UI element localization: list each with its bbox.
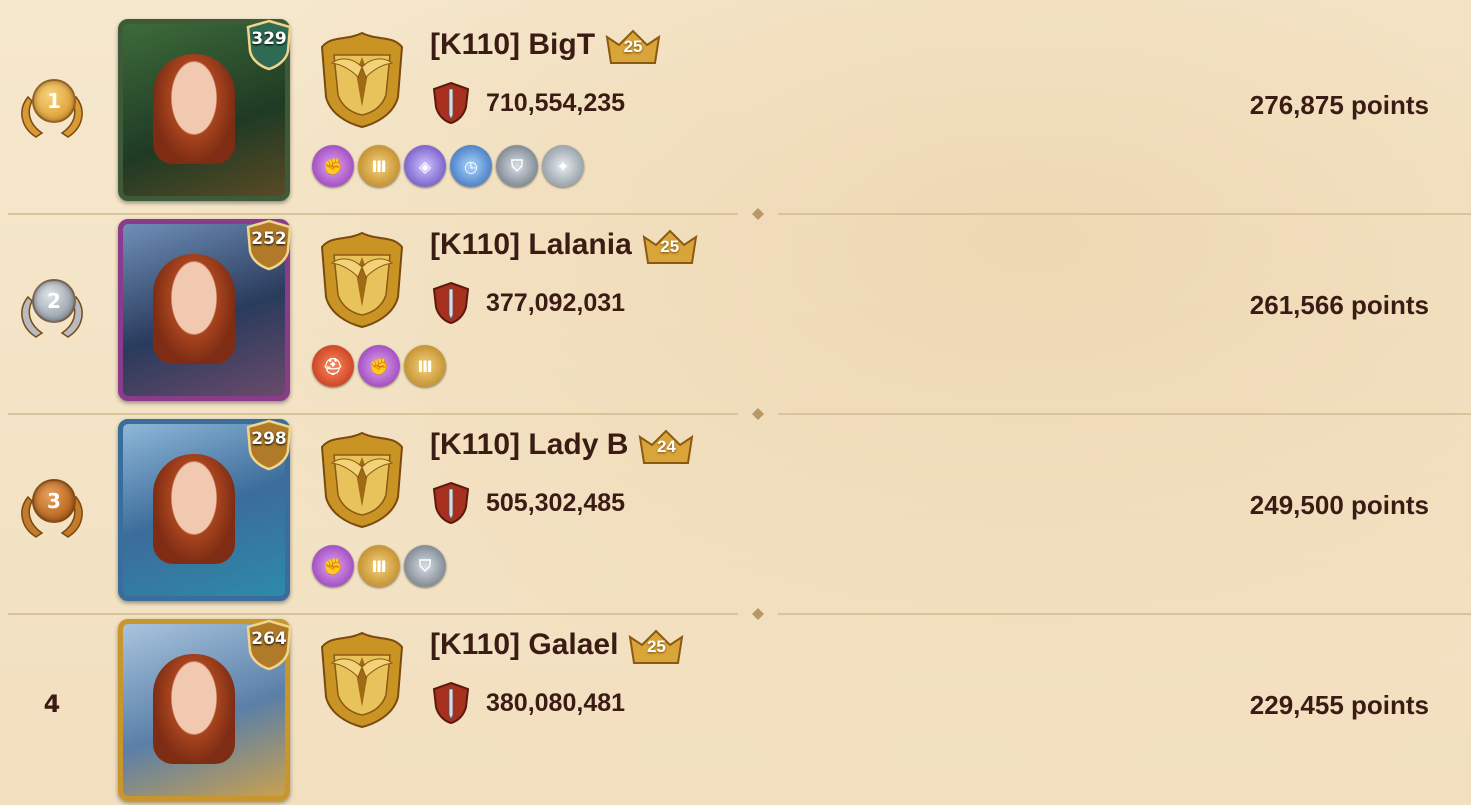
- shield-steel-icon[interactable]: ⛉: [404, 545, 446, 587]
- points-value: 276,875 points: [1249, 90, 1429, 120]
- pillars-gold-icon[interactable]: Ⅲ: [404, 345, 446, 387]
- player-name-row[interactable]: [K110] Lady B 24: [430, 425, 696, 465]
- player-level: 298: [251, 429, 287, 449]
- player-level: 252: [251, 229, 287, 249]
- player-name[interactable]: [K110] Lady B: [430, 428, 628, 462]
- crown-level-icon: 24: [636, 425, 696, 465]
- points-value: 229,455 points: [1249, 690, 1429, 720]
- crown-level-icon: 25: [640, 225, 700, 265]
- armored-arm-steel-icon[interactable]: ✦: [542, 145, 584, 187]
- player-avatar[interactable]: 329: [118, 19, 292, 201]
- helmet-violet-icon[interactable]: ◈: [404, 145, 446, 187]
- level-shield-icon: 264: [246, 619, 292, 671]
- points-value: 249,500 points: [1249, 490, 1429, 520]
- player-name[interactable]: [K110] Galael: [430, 628, 618, 662]
- power-shield-icon: [432, 81, 470, 125]
- alliance-emblem-icon: [312, 427, 412, 531]
- player-avatar[interactable]: 264: [118, 619, 292, 801]
- fist-purple-icon[interactable]: ✊: [358, 345, 400, 387]
- power-value: 710,554,235: [486, 88, 626, 117]
- points-value: 261,566 points: [1249, 290, 1429, 320]
- portrait-image: [153, 54, 235, 164]
- crown-level: 25: [623, 37, 643, 56]
- fist-purple-icon[interactable]: ✊: [312, 145, 354, 187]
- leaderboard-row[interactable]: 1 329 [K110] BigT 25 710,554,235 ✊ Ⅲ ◈ ◷ ⛉ ✦ 276,87…: [0, 5, 1471, 205]
- level-shield-icon: 329: [246, 19, 292, 71]
- power-row: 380,080,481: [432, 681, 625, 725]
- portrait-image: [153, 454, 235, 564]
- crown-level: 25: [646, 637, 666, 656]
- crown-level-icon: 25: [626, 625, 686, 665]
- power-shield-icon: [432, 681, 470, 725]
- crown-level: 24: [656, 437, 676, 456]
- rank-medal-gold: 1: [14, 75, 90, 143]
- player-name[interactable]: [K110] Lalania: [430, 228, 632, 262]
- achievement-badges: ⛑ ✊ Ⅲ: [312, 345, 446, 387]
- player-avatar[interactable]: 252: [118, 219, 292, 401]
- fist-purple-icon[interactable]: ✊: [312, 545, 354, 587]
- rank-number: 4: [43, 690, 61, 718]
- rank-number: 2: [32, 279, 76, 323]
- achievement-badges: ✊ Ⅲ ◈ ◷ ⛉ ✦: [312, 145, 584, 187]
- player-avatar[interactable]: 298: [118, 419, 292, 601]
- pillars-gold-icon[interactable]: Ⅲ: [358, 145, 400, 187]
- spartan-helmet-red-icon[interactable]: ⛑: [312, 345, 354, 387]
- shield-steel-icon[interactable]: ⛉: [496, 145, 538, 187]
- power-value: 377,092,031: [486, 288, 626, 317]
- player-name-row[interactable]: [K110] Galael 25: [430, 625, 686, 665]
- leaderboard-row[interactable]: 3 298 [K110] Lady B 24 505,302,485 ✊ Ⅲ ⛉ 249,500…: [0, 405, 1471, 605]
- player-name-row[interactable]: [K110] BigT 25: [430, 25, 663, 65]
- rank-number: 3: [32, 479, 76, 523]
- alliance-emblem-icon: [312, 27, 412, 131]
- pillars-gold-icon[interactable]: Ⅲ: [358, 545, 400, 587]
- level-shield-icon: 252: [246, 219, 292, 271]
- crown-level: 25: [660, 237, 680, 256]
- achievement-badges: ✊ Ⅲ ⛉: [312, 545, 446, 587]
- power-row: 377,092,031: [432, 281, 625, 325]
- rank-medal-bronze: 3: [14, 475, 90, 543]
- leaderboard-row[interactable]: 4 264 [K110] Galael 25 380,080,481 229,455 po…: [0, 605, 1471, 805]
- player-level: 264: [251, 629, 287, 649]
- alliance-emblem-icon: [312, 227, 412, 331]
- crown-level-icon: 25: [603, 25, 663, 65]
- stopwatch-blue-icon[interactable]: ◷: [450, 145, 492, 187]
- alliance-emblem-icon: [312, 627, 412, 731]
- level-shield-icon: 298: [246, 419, 292, 471]
- player-name-row[interactable]: [K110] Lalania 25: [430, 225, 700, 265]
- portrait-image: [153, 654, 235, 764]
- leaderboard-row[interactable]: 2 252 [K110] Lalania 25 377,092,031 ⛑ ✊ Ⅲ 261,56…: [0, 205, 1471, 405]
- player-name[interactable]: [K110] BigT: [430, 28, 595, 62]
- portrait-image: [153, 254, 235, 364]
- power-shield-icon: [432, 281, 470, 325]
- power-value: 505,302,485: [486, 488, 626, 517]
- power-value: 380,080,481: [486, 688, 626, 717]
- power-row: 505,302,485: [432, 481, 625, 525]
- rank-number: 1: [32, 79, 76, 123]
- player-level: 329: [251, 29, 287, 49]
- power-row: 710,554,235: [432, 81, 625, 125]
- leaderboard: 1 329 [K110] BigT 25 710,554,235 ✊ Ⅲ ◈ ◷ ⛉ ✦ 276,87…: [0, 0, 1471, 805]
- power-shield-icon: [432, 481, 470, 525]
- rank-medal-silver: 2: [14, 275, 90, 343]
